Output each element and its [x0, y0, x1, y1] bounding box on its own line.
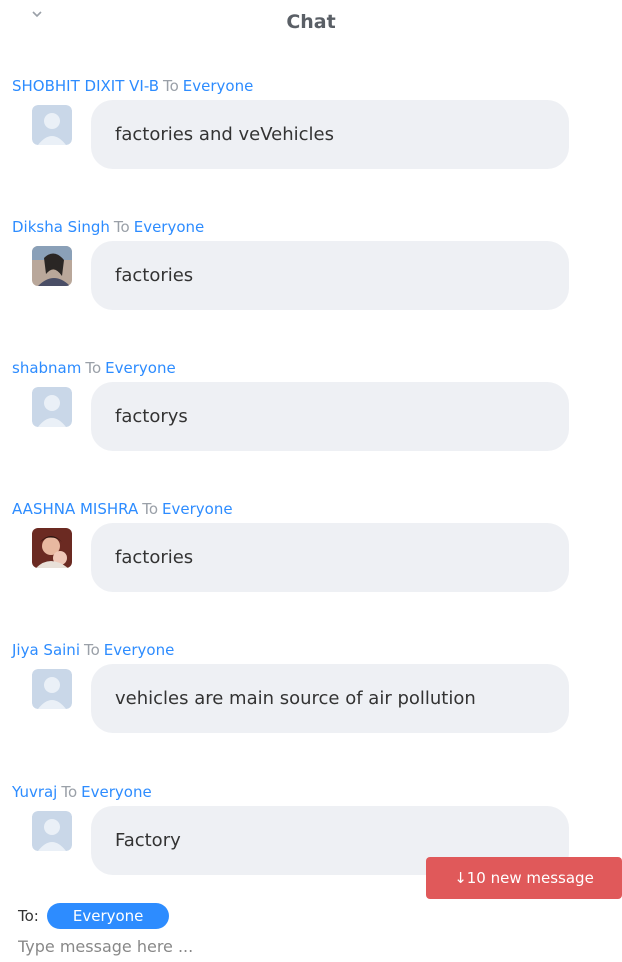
message-bubble: factories [91, 241, 569, 310]
message-bubble: factories [91, 523, 569, 592]
sender-name[interactable]: SHOBHIT DIXIT VI-B [12, 77, 159, 95]
message-bubble: factories and veVehicles [91, 100, 569, 169]
message-bubble: vehicles are main source of air pollutio… [91, 664, 569, 733]
recipient-name: Everyone [81, 783, 152, 801]
sender-name[interactable]: shabnam [12, 359, 81, 377]
sender-name[interactable]: Yuvraj [12, 783, 57, 801]
message-meta: SHOBHIT DIXIT VI-B To Everyone [12, 77, 253, 95]
recipient-name: Everyone [103, 641, 175, 659]
message-meta: Jiya Saini To Everyone [12, 641, 174, 659]
default-avatar [32, 669, 72, 709]
chat-message: shabnam To Everyone factorys [0, 359, 622, 489]
to-label: To [113, 218, 130, 236]
recipient-name: Everyone [105, 359, 176, 377]
new-messages-button[interactable]: ↓10 new message [426, 857, 622, 899]
chat-title: Chat [286, 11, 336, 33]
default-avatar [32, 811, 72, 851]
to-label: To [83, 641, 100, 659]
message-input[interactable] [18, 937, 598, 956]
photo-avatar [32, 246, 72, 286]
to-label: To [85, 359, 102, 377]
message-meta: Diksha Singh To Everyone [12, 218, 204, 236]
to-label: To [163, 77, 179, 95]
chat-message: Diksha Singh To Everyone factories [0, 218, 622, 348]
default-avatar [32, 105, 72, 145]
chat-message: Jiya Saini To Everyone vehicles are main s… [0, 641, 622, 771]
recipient-name: Everyone [162, 500, 233, 518]
photo-avatar [32, 528, 72, 568]
chat-header: Chat [0, 0, 622, 44]
message-meta: AASHNA MISHRA To Everyone [12, 500, 233, 518]
sender-name[interactable]: Diksha Singh [12, 218, 110, 236]
message-bubble: factorys [91, 382, 569, 451]
chat-message: AASHNA MISHRA To Everyone factories [0, 500, 622, 630]
to-label: To [142, 500, 159, 518]
recipient-selector: To: Everyone [18, 903, 170, 929]
sender-name[interactable]: Jiya Saini [12, 641, 80, 659]
recipient-dropdown[interactable]: Everyone [46, 903, 170, 929]
default-avatar [32, 387, 72, 427]
composer-to-label: To: [18, 907, 39, 925]
recipient-name: Everyone [182, 77, 254, 95]
message-meta: shabnam To Everyone [12, 359, 176, 377]
chat-message: SHOBHIT DIXIT VI-B To Everyone factories a… [0, 77, 622, 207]
sender-name[interactable]: AASHNA MISHRA [12, 500, 138, 518]
to-label: To [61, 783, 78, 801]
recipient-name: Everyone [133, 218, 205, 236]
message-meta: Yuvraj To Everyone [12, 783, 152, 801]
